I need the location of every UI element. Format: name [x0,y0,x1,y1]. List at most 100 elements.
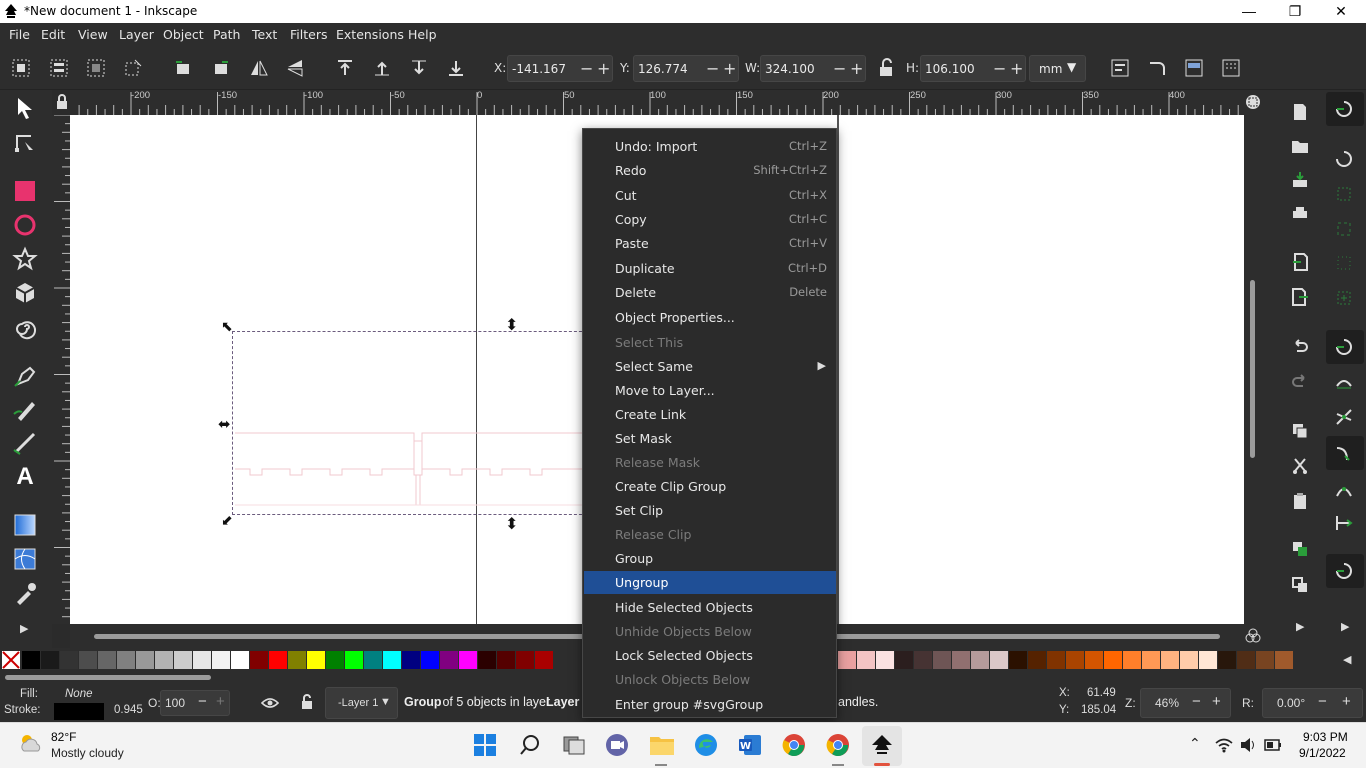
menu-item-group[interactable]: Group [584,547,836,570]
rotate-field[interactable]: 0.00° − + [1262,688,1363,718]
menu-path[interactable]: Path [213,27,240,42]
snap-enable-icon[interactable] [1335,100,1353,118]
w-decrement-icon[interactable]: − [833,59,846,78]
raise-icon[interactable] [372,58,392,78]
snap-bbox-icon[interactable] [1335,150,1353,168]
menu-item-lock-selected[interactable]: Lock Selected Objects [584,644,836,667]
snap-bbox-corners-icon[interactable] [1335,220,1353,238]
menu-item-undo[interactable]: Undo: Import Ctrl+Z [584,135,836,158]
palette-swatch[interactable] [79,651,97,669]
menu-item-paste[interactable]: Paste Ctrl+V [584,232,836,255]
menu-help[interactable]: Help [408,27,437,42]
menu-item-move-to-layer[interactable]: Move to Layer... [584,379,836,402]
palette-swatch[interactable] [895,651,913,669]
snap-expand-icon[interactable]: ▶ [1341,620,1349,633]
commands-expand-icon[interactable]: ▶ [1296,620,1304,633]
calligraphy-tool-icon[interactable] [12,430,38,456]
snap-intersections-icon[interactable] [1335,408,1353,426]
menu-filters[interactable]: Filters [290,27,327,42]
undo-icon[interactable] [1291,338,1309,356]
x-field[interactable]: -141.167 − + [507,55,613,82]
rotate-cw-icon[interactable]: + [1342,693,1351,710]
stroke-swatch[interactable] [54,703,104,720]
scale-handle-icon[interactable]: ⬍ [505,315,518,335]
palette-swatch[interactable] [174,651,192,669]
menu-file[interactable]: File [9,27,30,42]
palette-swatch[interactable] [1123,651,1141,669]
wifi-icon[interactable] [1215,737,1233,753]
clone-icon[interactable] [1291,576,1309,594]
transform-gradient-icon[interactable] [1184,58,1204,78]
palette-swatch[interactable] [60,651,78,669]
pencil-tool-icon[interactable] [12,396,38,422]
menu-extensions[interactable]: Extensions [336,27,404,42]
w-field[interactable]: 324.100 − + [760,55,866,82]
chrome-profile-icon[interactable] [826,733,850,757]
menu-text[interactable]: Text [252,27,277,42]
snap-paths-icon[interactable] [1335,374,1353,392]
export-icon[interactable] [1291,288,1309,306]
palette-swatch[interactable] [914,651,932,669]
snap-smooth-nodes-icon[interactable] [1335,482,1353,500]
palette-swatch[interactable] [212,651,230,669]
menu-item-ungroup[interactable]: Ungroup [584,571,836,594]
scale-stroke-icon[interactable] [1110,58,1130,78]
weather-description[interactable]: Mostly cloudy [51,746,124,760]
x-decrement-icon[interactable]: − [580,59,593,78]
flip-horizontal-icon[interactable] [249,58,269,78]
menu-item-unhide-below[interactable]: Unhide Objects Below [584,620,836,643]
dropper-tool-icon[interactable] [12,580,38,606]
fill-value[interactable]: None [65,688,93,700]
y-field[interactable]: 126.774 − + [633,55,739,82]
y-increment-icon[interactable]: + [723,59,736,78]
lower-icon[interactable] [409,58,429,78]
palette-swatch[interactable] [1028,651,1046,669]
chevron-up-icon[interactable]: ⌃ [1189,735,1201,752]
palette-swatch[interactable] [1275,651,1293,669]
minimize-button[interactable]: — [1226,0,1272,23]
menu-item-release-clip[interactable]: Release Clip [584,523,836,546]
deselect-icon[interactable] [86,58,106,78]
text-tool-icon[interactable]: A [12,464,38,490]
snap-others-icon[interactable] [1335,562,1353,580]
palette-swatch[interactable] [98,651,116,669]
menu-item-delete[interactable]: Delete Delete [584,281,836,304]
menu-item-enter-group[interactable]: Enter group #svgGroup [584,693,836,716]
mesh-tool-icon[interactable] [12,546,38,572]
palette-swatch[interactable] [1161,651,1179,669]
menu-item-hide-selected[interactable]: Hide Selected Objects [584,596,836,619]
palette-swatch[interactable] [383,651,401,669]
duplicate-icon[interactable] [1291,540,1309,558]
menu-item-select-same[interactable]: Select Same ▶ [584,355,836,378]
scale-handle-icon[interactable]: ⬌ [218,415,231,433]
task-view-icon[interactable] [562,734,586,756]
palette-swatch[interactable] [155,651,173,669]
menu-item-create-link[interactable]: Create Link [584,403,836,426]
palette-swatch[interactable] [1104,651,1122,669]
x-increment-icon[interactable]: + [597,59,610,78]
restore-button[interactable]: ❐ [1272,0,1318,23]
palette-swatch[interactable] [326,651,344,669]
menu-item-object-properties[interactable]: Object Properties... [584,306,836,329]
flip-vertical-icon[interactable] [285,58,305,78]
palette-swatch[interactable] [1047,651,1065,669]
palette-swatch[interactable] [1199,651,1217,669]
palette-swatch[interactable] [402,651,420,669]
chrome-icon[interactable] [782,733,806,757]
snap-bbox-centers-icon[interactable] [1335,289,1353,307]
paste-icon[interactable] [1291,492,1309,510]
open-folder-icon[interactable] [1291,137,1309,155]
search-icon[interactable] [519,734,541,756]
gradient-tool-icon[interactable] [12,512,38,538]
snap-bbox-midpoints-icon[interactable] [1335,254,1353,272]
select-all-layers-icon[interactable] [49,58,69,78]
menu-item-copy[interactable]: Copy Ctrl+C [584,208,836,231]
w-increment-icon[interactable]: + [850,59,863,78]
zoom-in-icon[interactable]: + [1212,693,1221,710]
palette-swatch[interactable] [345,651,363,669]
palette-swatch[interactable] [933,651,951,669]
touch-select-icon[interactable] [123,58,143,78]
palette-swatch[interactable] [1085,651,1103,669]
imported-group-outline[interactable] [230,429,600,509]
stroke-width-value[interactable]: 0.945 [114,704,143,716]
